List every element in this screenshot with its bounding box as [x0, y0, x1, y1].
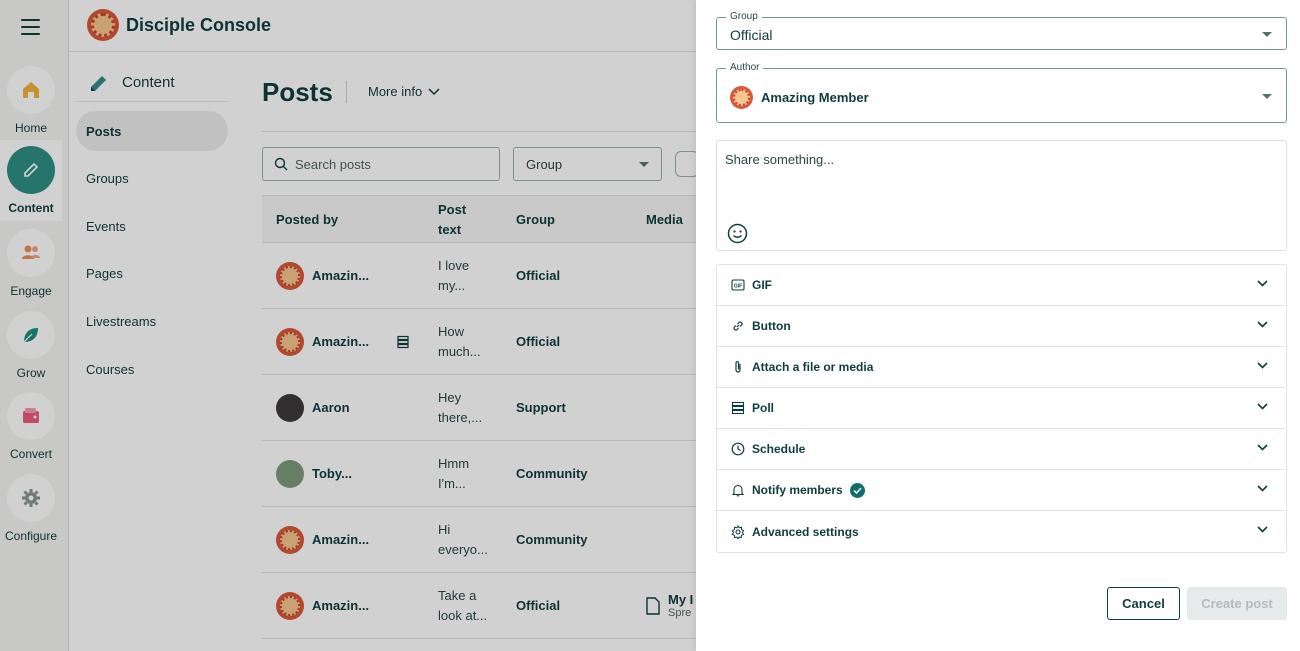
chevron-down-icon	[1257, 321, 1268, 328]
cancel-button[interactable]: Cancel	[1107, 587, 1180, 620]
author-select[interactable]: Author Amazing Member	[716, 62, 1287, 123]
section-label: Poll	[752, 401, 775, 415]
group-select[interactable]: Group Official	[716, 11, 1287, 50]
chevron-down-icon	[1257, 526, 1268, 533]
post-text-placeholder: Share something...	[725, 152, 835, 167]
section-gif[interactable]: GIF GIF	[717, 265, 1286, 306]
paperclip-icon	[731, 360, 745, 374]
avatar	[730, 86, 753, 109]
chevron-down-icon	[1257, 403, 1268, 410]
group-select-label: Group	[726, 11, 762, 22]
chevron-down-icon	[1257, 485, 1268, 492]
section-attach[interactable]: Attach a file or media	[717, 347, 1286, 388]
post-options-accordion: GIF GIF Button Attach a file or media Po…	[716, 264, 1287, 553]
post-text-input[interactable]: Share something...	[716, 140, 1287, 251]
section-poll[interactable]: Poll	[717, 388, 1286, 429]
emoji-icon[interactable]	[727, 223, 748, 244]
chevron-down-icon	[1257, 444, 1268, 451]
section-schedule[interactable]: Schedule	[717, 429, 1286, 470]
section-label: GIF	[752, 278, 772, 292]
bell-icon	[731, 483, 745, 497]
section-advanced-settings[interactable]: Advanced settings	[717, 511, 1286, 552]
create-post-button[interactable]: Create post	[1187, 587, 1287, 620]
clock-icon	[731, 442, 745, 456]
section-label: Notify members	[752, 483, 843, 497]
section-label: Button	[752, 319, 791, 333]
caret-down-icon	[1262, 32, 1272, 37]
author-select-label: Author	[726, 62, 764, 73]
section-label: Schedule	[752, 442, 806, 456]
section-notify-members[interactable]: Notify members	[717, 470, 1286, 511]
settings-icon	[731, 524, 745, 539]
group-select-value: Official	[730, 27, 773, 43]
author-select-value: Amazing Member	[761, 90, 869, 105]
check-icon	[849, 482, 865, 498]
caret-down-icon	[1262, 94, 1272, 99]
section-label: Attach a file or media	[752, 360, 874, 374]
poll-icon	[731, 401, 745, 415]
chevron-down-icon	[1257, 362, 1268, 369]
link-icon	[731, 319, 745, 333]
gif-icon: GIF	[731, 278, 745, 292]
chevron-down-icon	[1257, 280, 1268, 287]
svg-text:GIF: GIF	[734, 283, 742, 289]
create-post-drawer: Group Official Author Amazing Member Sha…	[696, 0, 1300, 651]
section-label: Advanced settings	[752, 524, 859, 539]
section-button[interactable]: Button	[717, 306, 1286, 347]
